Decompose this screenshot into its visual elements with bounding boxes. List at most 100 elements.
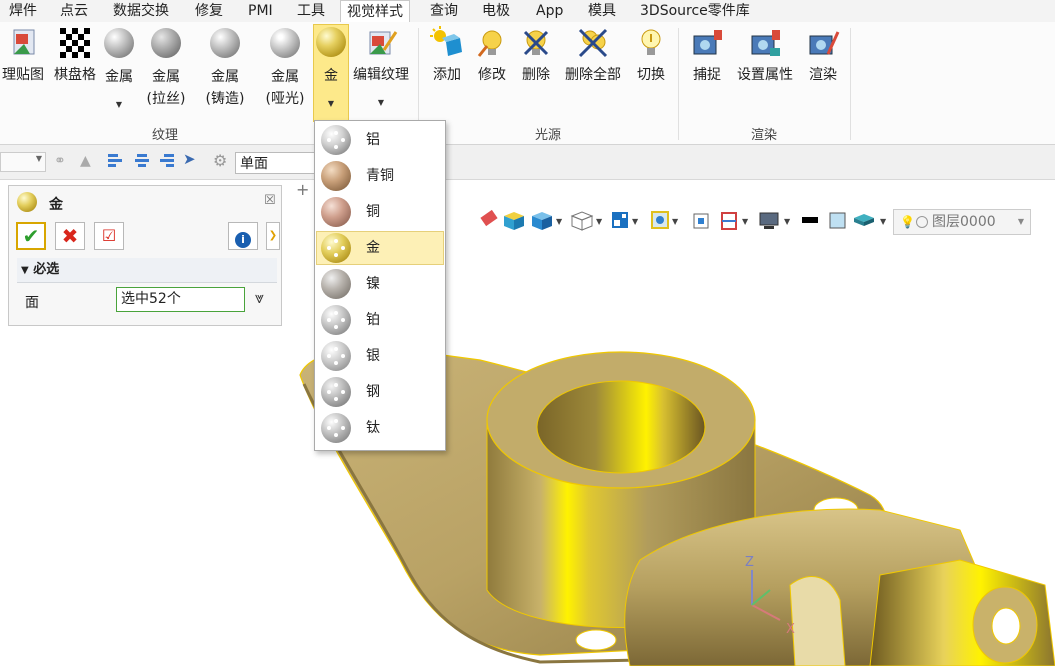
menu-app[interactable]: App bbox=[536, 0, 563, 22]
filter-gear-icon[interactable]: ⚙ bbox=[213, 151, 227, 170]
checkerboard-label: 棋盘格 bbox=[54, 67, 96, 83]
capture-label: 捕捉 bbox=[693, 67, 721, 83]
ribbon-separator bbox=[678, 28, 679, 140]
set-properties-button[interactable]: 设置属性 bbox=[734, 26, 796, 84]
edit-texture-button[interactable]: 编辑纹理 ▼ bbox=[350, 26, 412, 107]
menu-pmi[interactable]: PMI bbox=[248, 0, 273, 22]
chevron-down-icon[interactable]: ▼ bbox=[596, 217, 603, 226]
view-layout-icon[interactable] bbox=[612, 212, 628, 228]
light-modify-button[interactable]: 修改 bbox=[475, 26, 509, 84]
menu-weldment[interactable]: 焊件 bbox=[9, 0, 37, 22]
render-button[interactable]: 渲染 bbox=[806, 26, 840, 84]
chevron-down-icon[interactable]: ▼ bbox=[672, 217, 679, 226]
wireframe-cube-icon[interactable] bbox=[570, 211, 594, 231]
filter-dropdown[interactable]: ▼ bbox=[0, 152, 46, 172]
material-item-bronze[interactable]: 青铜 bbox=[316, 159, 444, 193]
required-section-header[interactable]: ▼ 必选 bbox=[17, 258, 277, 283]
material-item-aluminum[interactable]: 铝 bbox=[316, 123, 444, 157]
menu-point-cloud[interactable]: 点云 bbox=[60, 0, 88, 22]
menu-visual-style[interactable]: 视觉样式 bbox=[340, 0, 410, 23]
light-add-icon bbox=[430, 26, 464, 60]
chevron-down-icon[interactable]: ▼ bbox=[784, 217, 791, 226]
gold-dropdown-arrow[interactable]: ▼ bbox=[314, 99, 348, 108]
metal-cast-label-2: (铸造) bbox=[205, 91, 245, 107]
metal-cast-label-1: 金属 bbox=[211, 69, 239, 85]
menu-tools[interactable]: 工具 bbox=[297, 0, 325, 22]
metal-cast-button[interactable]: 金属 (铸造) bbox=[202, 26, 248, 108]
align-center-icon[interactable] bbox=[134, 152, 150, 168]
light-group-label: 光源 bbox=[535, 128, 562, 143]
color-lightblue-icon[interactable] bbox=[829, 212, 846, 229]
material-item-nickel[interactable]: 镍 bbox=[316, 267, 444, 301]
material-item-platinum[interactable]: 铂 bbox=[316, 303, 444, 337]
eraser-icon[interactable] bbox=[480, 209, 498, 227]
titanium-sphere-icon bbox=[321, 413, 351, 443]
metal-brushed-label-2: (拉丝) bbox=[146, 91, 186, 107]
steel-sphere-icon bbox=[321, 377, 351, 407]
material-item-silver[interactable]: 银 bbox=[316, 339, 444, 373]
cancel-button[interactable]: ✖ bbox=[55, 222, 85, 250]
face-selection-row: 面 选中52个 ⩔ bbox=[17, 284, 277, 318]
light-delete-all-icon bbox=[576, 26, 610, 60]
checkerboard-button[interactable]: 棋盘格 bbox=[52, 26, 98, 84]
lock-icon[interactable]: ▲ bbox=[80, 153, 91, 169]
menu-mold[interactable]: 模具 bbox=[588, 0, 616, 22]
texture-group-label: 纹理 bbox=[152, 128, 179, 143]
light-delete-all-button[interactable]: 删除全部 bbox=[562, 26, 624, 84]
layer-stack-icon[interactable] bbox=[854, 214, 874, 226]
face-filter-select[interactable]: 单面 bbox=[235, 152, 325, 174]
menu-repair[interactable]: 修复 bbox=[195, 0, 223, 22]
gold-button[interactable]: 金 ▼ bbox=[313, 24, 349, 122]
color-black-icon[interactable] bbox=[802, 217, 818, 223]
metal-button[interactable]: 金属 ▼ bbox=[102, 26, 136, 109]
chevron-down-icon[interactable]: ▼ bbox=[742, 217, 749, 226]
menu-3dsource[interactable]: 3DSource零件库 bbox=[640, 0, 750, 22]
metal-dropdown-arrow[interactable]: ▼ bbox=[102, 100, 136, 109]
gold-sphere-icon bbox=[17, 192, 37, 212]
material-item-steel[interactable]: 钢 bbox=[316, 375, 444, 409]
link-icon[interactable]: ⚭ bbox=[54, 153, 66, 169]
new-tab-plus-icon[interactable]: + bbox=[296, 180, 309, 199]
material-item-copper[interactable]: 铜 bbox=[316, 195, 444, 229]
cube-icon[interactable] bbox=[532, 212, 552, 230]
metal-matte-button[interactable]: 金属 (哑光) bbox=[262, 26, 308, 108]
light-delete-button[interactable]: 删除 bbox=[519, 26, 553, 84]
material-name: 钢 bbox=[366, 384, 380, 400]
menu-data-exchange[interactable]: 数据交换 bbox=[113, 0, 169, 22]
layer-select[interactable]: 💡 图层0000 ▼ bbox=[893, 209, 1031, 235]
edit-texture-dropdown-arrow[interactable]: ▼ bbox=[350, 98, 412, 107]
info-button[interactable]: i bbox=[228, 222, 258, 250]
close-icon[interactable]: ☒ bbox=[264, 193, 276, 208]
chevron-down-icon[interactable]: ▼ bbox=[880, 217, 887, 226]
layer-value: 图层0000 bbox=[932, 214, 996, 230]
material-item-gold[interactable]: 金 bbox=[316, 231, 444, 265]
measure-icon[interactable] bbox=[721, 212, 737, 230]
light-modify-label: 修改 bbox=[478, 67, 506, 83]
material-name: 金 bbox=[366, 240, 380, 256]
menu-query[interactable]: 查询 bbox=[430, 0, 458, 22]
silver-sphere-icon bbox=[321, 341, 351, 371]
light-add-button[interactable]: 添加 bbox=[430, 26, 464, 84]
capture-button[interactable]: 捕捉 bbox=[690, 26, 724, 84]
fit-view-icon[interactable] bbox=[693, 213, 709, 229]
platinum-sphere-icon bbox=[321, 305, 351, 335]
light-switch-button[interactable]: 切换 bbox=[634, 26, 668, 84]
ok-button[interactable]: ✔ bbox=[16, 222, 46, 250]
metal-brushed-button[interactable]: 金属 (拉丝) bbox=[143, 26, 189, 108]
apply-button[interactable]: ☑ bbox=[94, 222, 124, 250]
face-selection-input[interactable]: 选中52个 bbox=[116, 287, 245, 312]
expand-panel-button[interactable]: ❯ bbox=[266, 222, 280, 250]
material-item-titanium[interactable]: 钛 bbox=[316, 411, 444, 445]
chevron-down-icon[interactable]: ▼ bbox=[556, 217, 563, 226]
display-icon[interactable] bbox=[759, 212, 779, 229]
chevron-down-icon[interactable]: ▼ bbox=[632, 217, 639, 226]
box-open-icon[interactable] bbox=[504, 212, 524, 230]
render-view-icon[interactable] bbox=[651, 211, 669, 229]
double-chevron-down-icon[interactable]: ⩔ bbox=[255, 288, 264, 308]
face-label: 面 bbox=[25, 295, 39, 311]
align-left-icon[interactable] bbox=[108, 152, 124, 168]
align-right-icon[interactable] bbox=[158, 152, 174, 168]
pointer-icon[interactable]: ➤ bbox=[183, 150, 196, 168]
menu-electrode[interactable]: 电极 bbox=[482, 0, 510, 22]
texture-map-button[interactable]: 理贴图 bbox=[0, 26, 46, 84]
